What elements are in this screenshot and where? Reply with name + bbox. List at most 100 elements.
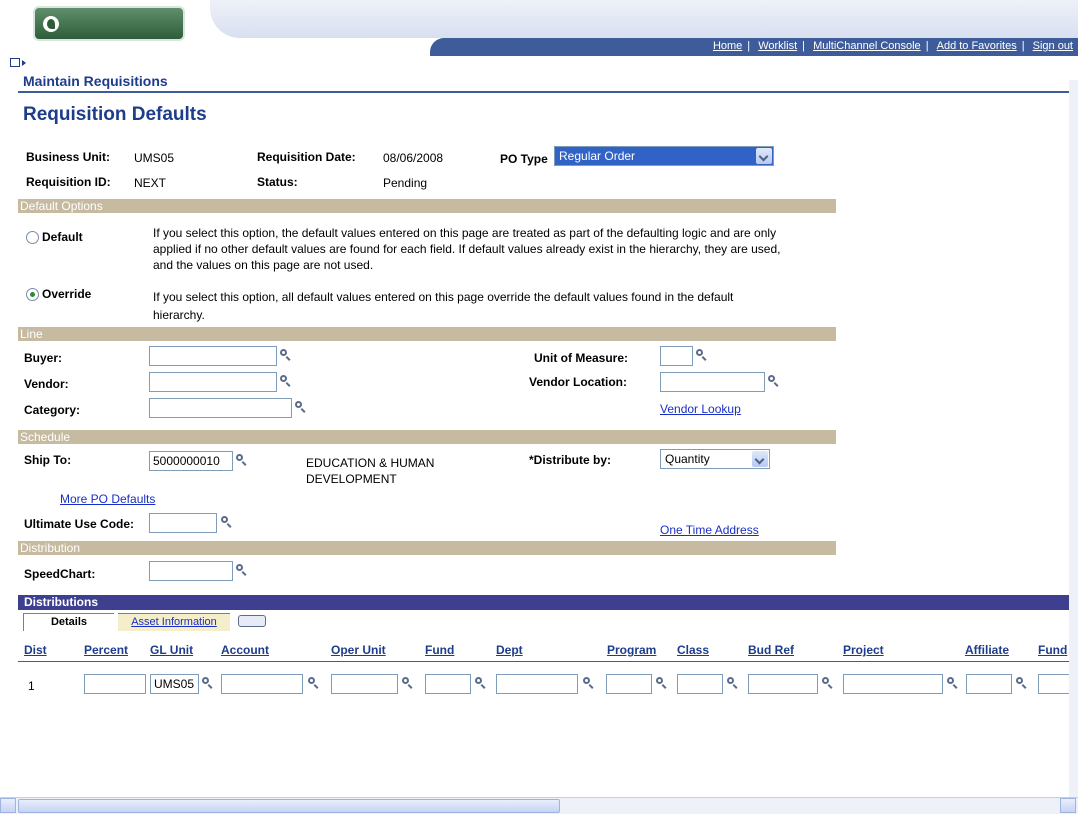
more-po-defaults-link[interactable]: More PO Defaults bbox=[60, 492, 155, 506]
row-account-input[interactable] bbox=[221, 674, 303, 694]
column-header-project[interactable]: Project bbox=[843, 643, 884, 657]
vendor-label: Vendor: bbox=[24, 377, 69, 391]
row-dept-input[interactable] bbox=[496, 674, 578, 694]
scroll-right-button[interactable] bbox=[1060, 798, 1076, 813]
state-logo-icon bbox=[43, 16, 59, 32]
column-header-affiliate[interactable]: Affiliate bbox=[965, 643, 1009, 657]
default-radio-label: Default bbox=[42, 230, 83, 244]
nav-add-favorites-link[interactable]: Add to Favorites bbox=[932, 40, 1022, 52]
column-header-fund[interactable]: Fund bbox=[425, 643, 454, 657]
ship-to-label: Ship To: bbox=[24, 453, 72, 467]
program-lookup-icon[interactable] bbox=[656, 677, 668, 689]
po-type-selected: Regular Order bbox=[559, 149, 636, 163]
ship-to-lookup-icon[interactable] bbox=[236, 454, 248, 466]
category-lookup-icon[interactable] bbox=[295, 401, 307, 413]
chevron-down-icon[interactable] bbox=[756, 148, 772, 164]
row-affiliate-input[interactable] bbox=[966, 674, 1012, 694]
schedule-section: Schedule bbox=[18, 430, 836, 444]
requisition-id-value: NEXT bbox=[134, 176, 167, 190]
scroll-left-button[interactable] bbox=[0, 798, 16, 813]
row-bud-ref-input[interactable] bbox=[748, 674, 818, 694]
bud-ref-lookup-icon[interactable] bbox=[822, 677, 834, 689]
project-lookup-icon[interactable] bbox=[947, 677, 959, 689]
horizontal-scrollbar[interactable] bbox=[0, 797, 1078, 814]
row-project-input[interactable] bbox=[843, 674, 943, 694]
nav-home-link[interactable]: Home bbox=[708, 40, 747, 52]
row-class-input[interactable] bbox=[677, 674, 723, 694]
fund-lookup-icon[interactable] bbox=[475, 677, 487, 689]
distribute-by-selected: Quantity bbox=[665, 452, 710, 466]
unit-of-measure-lookup-icon[interactable] bbox=[696, 349, 708, 361]
vertical-scrollbar[interactable] bbox=[1069, 80, 1078, 800]
dept-lookup-icon[interactable] bbox=[583, 677, 595, 689]
override-radio[interactable] bbox=[26, 288, 39, 301]
nav-worklist-link[interactable]: Worklist bbox=[753, 40, 802, 52]
tab-asset-information[interactable]: Asset Information bbox=[118, 613, 230, 631]
menu-toggle-icon[interactable] bbox=[10, 58, 20, 67]
nav-separator: | bbox=[925, 40, 929, 52]
distribute-by-select[interactable]: Quantity bbox=[660, 449, 770, 469]
category-input[interactable] bbox=[149, 398, 292, 418]
default-options-section: Default Options bbox=[18, 199, 836, 213]
row-oper-unit-input[interactable] bbox=[331, 674, 398, 694]
column-header-bud-ref[interactable]: Bud Ref bbox=[748, 643, 794, 657]
category-label: Category: bbox=[24, 403, 81, 417]
buyer-lookup-icon[interactable] bbox=[280, 349, 292, 361]
vendor-location-label: Vendor Location: bbox=[529, 375, 628, 389]
row-program-input[interactable] bbox=[606, 674, 652, 694]
row-gl-unit-input[interactable]: UMS05 bbox=[150, 674, 199, 694]
vendor-lookup-link[interactable]: Vendor Lookup bbox=[660, 402, 741, 416]
class-lookup-icon[interactable] bbox=[727, 677, 739, 689]
nav-separator: | bbox=[802, 40, 805, 52]
default-radio[interactable] bbox=[26, 231, 39, 244]
status-label: Status: bbox=[257, 175, 298, 189]
horizontal-scroll-thumb[interactable] bbox=[18, 799, 560, 813]
show-all-columns-icon[interactable] bbox=[238, 615, 266, 627]
ship-to-input[interactable]: 5000000010 bbox=[149, 451, 233, 471]
speedchart-input[interactable] bbox=[149, 561, 233, 581]
tab-details[interactable]: Details bbox=[23, 613, 114, 631]
oper-unit-lookup-icon[interactable] bbox=[402, 677, 414, 689]
row-fund-input[interactable] bbox=[425, 674, 471, 694]
override-description-line-2: hierarchy. bbox=[153, 308, 205, 322]
buyer-input[interactable] bbox=[149, 346, 277, 366]
ship-to-description-line-2: DEVELOPMENT bbox=[306, 472, 397, 486]
nav-links: Home | Worklist | MultiChannel Console | Ad… bbox=[708, 40, 1078, 52]
column-header-program[interactable]: Program bbox=[607, 643, 656, 657]
status-value: Pending bbox=[383, 176, 428, 190]
title-divider bbox=[18, 91, 1070, 93]
column-header-gl-unit[interactable]: GL Unit bbox=[150, 643, 193, 657]
column-header-fund-affiliate[interactable]: Fund bbox=[1038, 643, 1067, 657]
po-type-select[interactable]: Regular Order bbox=[554, 146, 774, 166]
logo-text: MaineStreet bbox=[43, 42, 189, 67]
ultimate-use-code-lookup-icon[interactable] bbox=[221, 516, 233, 528]
nav-signout-link[interactable]: Sign out bbox=[1028, 40, 1078, 52]
chevron-down-icon[interactable] bbox=[752, 451, 768, 467]
mainestreet-logo: MaineStreet bbox=[33, 6, 189, 67]
menu-expand-arrow-icon[interactable] bbox=[22, 60, 26, 66]
column-header-account[interactable]: Account bbox=[221, 643, 269, 657]
account-lookup-icon[interactable] bbox=[308, 677, 320, 689]
one-time-address-link[interactable]: One Time Address bbox=[660, 523, 759, 537]
nav-bar: Home | Worklist | MultiChannel Console | Ad… bbox=[430, 38, 1078, 56]
ultimate-use-code-input[interactable] bbox=[149, 513, 217, 533]
requisition-date-label: Requisition Date: bbox=[257, 150, 356, 164]
vendor-lookup-icon[interactable] bbox=[280, 375, 292, 387]
column-header-class[interactable]: Class bbox=[677, 643, 709, 657]
column-header-dist[interactable]: Dist bbox=[24, 643, 47, 657]
nav-separator: | bbox=[747, 40, 751, 52]
vendor-input[interactable] bbox=[149, 372, 277, 392]
speedchart-label: SpeedChart: bbox=[24, 567, 96, 581]
vendor-location-lookup-icon[interactable] bbox=[768, 375, 780, 387]
column-header-dept[interactable]: Dept bbox=[496, 643, 523, 657]
column-header-oper-unit[interactable]: Oper Unit bbox=[331, 643, 386, 657]
nav-multichannel-link[interactable]: MultiChannel Console bbox=[808, 40, 926, 52]
vendor-location-input[interactable] bbox=[660, 372, 765, 392]
row-percent-input[interactable] bbox=[84, 674, 146, 694]
speedchart-lookup-icon[interactable] bbox=[236, 564, 248, 576]
gl-unit-lookup-icon[interactable] bbox=[202, 677, 214, 689]
affiliate-lookup-icon[interactable] bbox=[1016, 677, 1028, 689]
unit-of-measure-input[interactable] bbox=[660, 346, 693, 366]
column-header-percent[interactable]: Percent bbox=[84, 643, 128, 657]
grid-header-divider bbox=[18, 661, 1070, 662]
